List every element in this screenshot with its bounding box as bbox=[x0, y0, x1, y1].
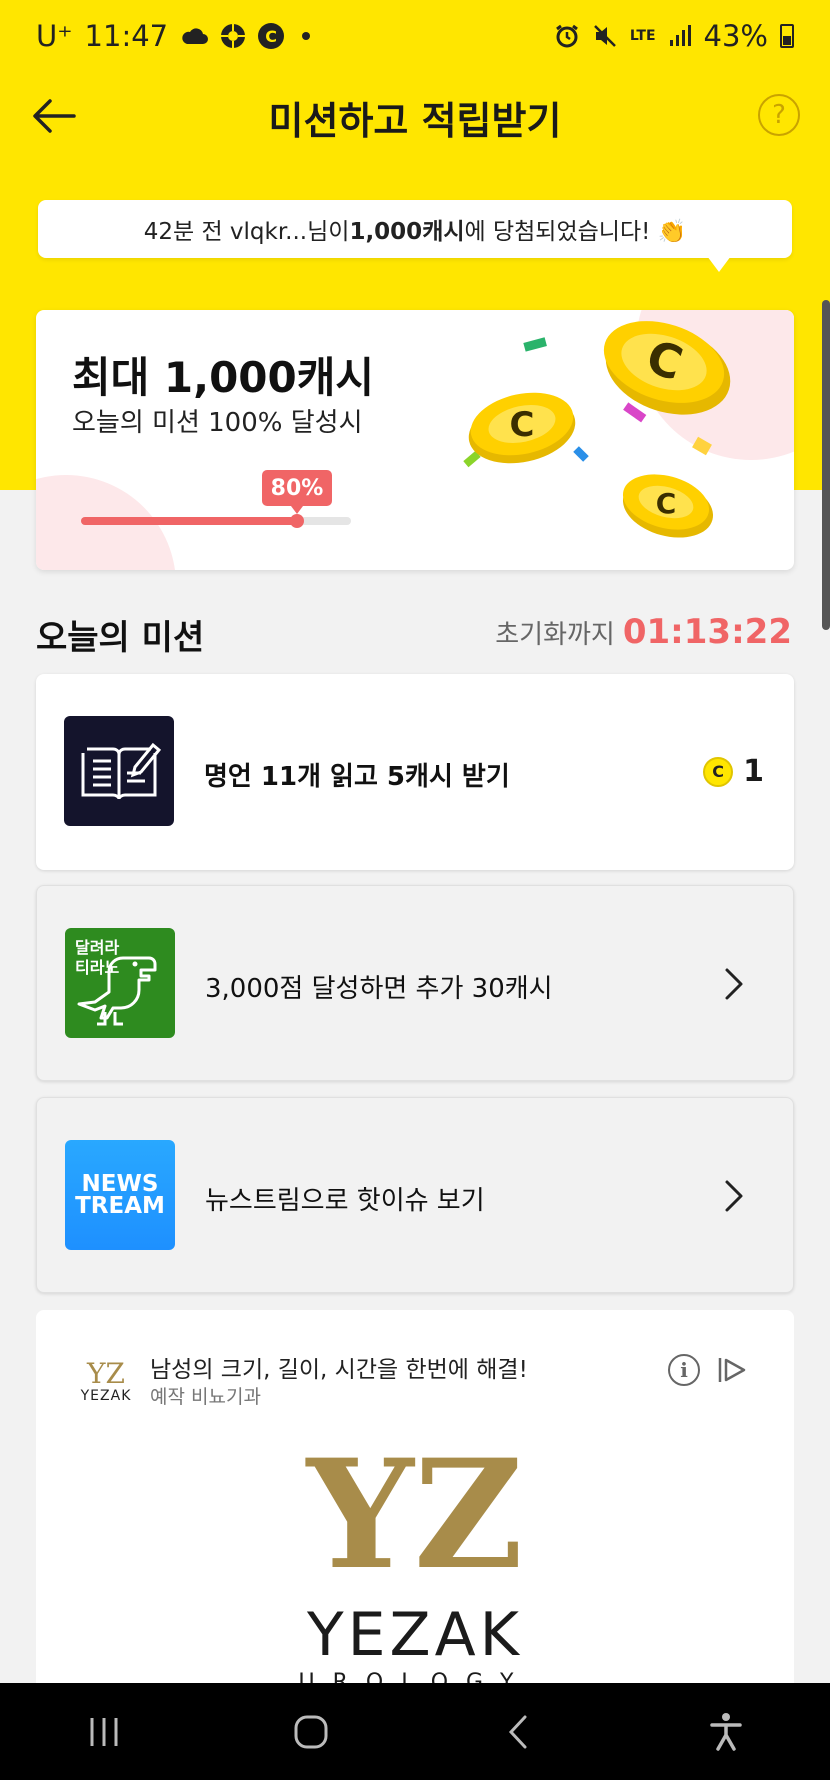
newstream-thumbnail: NEWS TREAM bbox=[65, 1140, 175, 1250]
brand-mark: YZ bbox=[306, 1427, 524, 1603]
mission-newstream[interactable]: NEWS TREAM 뉴스트림으로 핫이슈 보기 bbox=[36, 1097, 794, 1293]
reward-subtitle: 오늘의 미션 100% 달성시 bbox=[72, 408, 363, 438]
reset-timer: 01:13:22 bbox=[622, 612, 792, 652]
notice-prefix: 42분 전 vlqkr...님이 bbox=[143, 219, 350, 245]
chevron-left-icon bbox=[508, 1715, 527, 1748]
ad-image[interactable]: YZ YEZAK UROLOGY bbox=[36, 1440, 794, 1690]
advertiser-logo-mark: YZ bbox=[87, 1357, 125, 1390]
today-missions-title: 오늘의 미션 bbox=[36, 618, 205, 658]
recent-apps-icon bbox=[90, 1717, 118, 1746]
carrier-label: U⁺ bbox=[36, 19, 73, 53]
battery-icon bbox=[780, 24, 794, 48]
reward-amount: 최대 1,000캐시 bbox=[72, 353, 375, 402]
status-right: LTE 43% bbox=[554, 19, 794, 53]
accessibility-icon bbox=[710, 1712, 742, 1751]
reward-card[interactable]: 최대 1,000캐시 오늘의 미션 100% 달성시 80% C C C bbox=[36, 310, 794, 570]
mission-reward: C 1 bbox=[703, 754, 764, 789]
system-navigation-bar bbox=[0, 1683, 830, 1780]
progress-knob bbox=[290, 514, 304, 528]
mission-label: 명언 11개 읽고 5캐시 받기 bbox=[204, 762, 510, 792]
status-bar: U⁺ 11:47 C LTE 43% bbox=[0, 0, 830, 72]
book-pen-icon bbox=[81, 742, 161, 800]
chevron-right-icon bbox=[725, 1180, 743, 1212]
ad-card[interactable]: YZ YEZAK 남성의 크기, 길이, 시간을 한번에 해결! 예작 비뇨기과… bbox=[36, 1310, 794, 1690]
coin-small: C bbox=[622, 474, 714, 538]
reset-countdown: 초기화까지 01:13:22 bbox=[495, 612, 792, 652]
mute-icon bbox=[592, 23, 618, 49]
notice-suffix: 에 당첨되었습니다! 👏 bbox=[464, 219, 687, 245]
tyranno-thumbnail: 달려라 티라노 bbox=[65, 928, 175, 1038]
coin-large: C bbox=[603, 321, 731, 415]
ad-headline: 남성의 크기, 길이, 시간을 한번에 해결! bbox=[150, 1357, 528, 1383]
app-header: 미션하고 적립받기 ? bbox=[0, 78, 830, 152]
advertiser-logo: YZ YEZAK bbox=[76, 1352, 136, 1412]
advertiser-logo-text: YEZAK bbox=[80, 1388, 132, 1404]
alarm-icon bbox=[554, 23, 580, 49]
aperture-icon bbox=[220, 23, 246, 49]
progress-badge: 80% bbox=[262, 470, 332, 514]
recent-apps-button[interactable] bbox=[74, 1702, 134, 1762]
svg-text:C: C bbox=[510, 405, 535, 445]
cash-app-icon: C bbox=[258, 23, 285, 49]
battery-percent: 43% bbox=[703, 19, 768, 53]
mission-quotes[interactable]: 명언 11개 읽고 5캐시 받기 C 1 bbox=[36, 674, 794, 870]
notice-amount: 1,000캐시 bbox=[349, 219, 465, 245]
back-nav-button[interactable] bbox=[489, 1702, 549, 1762]
signal-icon bbox=[668, 24, 692, 48]
cloud-icon bbox=[180, 26, 209, 46]
clock: 11:47 bbox=[84, 19, 169, 53]
scrollbar[interactable] bbox=[822, 300, 830, 630]
ad-info-icon[interactable]: i bbox=[668, 1354, 700, 1386]
reset-label: 초기화까지 bbox=[495, 620, 615, 650]
progress-bar bbox=[81, 514, 351, 528]
accessibility-button[interactable] bbox=[696, 1702, 756, 1762]
newstream-thumb-line1: NEWS bbox=[81, 1171, 159, 1197]
brand-name: YEZAK bbox=[306, 1600, 524, 1670]
newstream-thumb-line2: TREAM bbox=[75, 1193, 165, 1219]
svg-text:C: C bbox=[656, 487, 677, 520]
status-left: U⁺ 11:47 C bbox=[36, 19, 311, 53]
chevron-right-icon bbox=[725, 968, 743, 1000]
reward-count: 1 bbox=[743, 754, 764, 789]
winner-notice: 42분 전 vlqkr...님이 1,000캐시 에 당첨되었습니다! 👏 bbox=[38, 200, 792, 258]
cash-coin-icon: C bbox=[703, 756, 734, 787]
home-button[interactable] bbox=[281, 1702, 341, 1762]
coin-medium: C bbox=[468, 392, 576, 464]
quotes-thumbnail bbox=[64, 716, 174, 826]
coins-illustration: C C C bbox=[463, 321, 731, 538]
help-button[interactable]: ? bbox=[758, 94, 800, 136]
dinosaur-icon bbox=[77, 956, 157, 1026]
mission-label: 뉴스트림으로 핫이슈 보기 bbox=[205, 1186, 485, 1216]
network-label: LTE bbox=[629, 28, 656, 44]
ad-sponsor: 예작 비뇨기과 bbox=[150, 1386, 261, 1408]
mission-tyranno-game[interactable]: 달려라 티라노 3,000점 달성하면 추가 30캐시 bbox=[36, 885, 794, 1081]
home-icon bbox=[294, 1715, 328, 1748]
page-title: 미션하고 적립받기 bbox=[268, 99, 562, 143]
notice-tail bbox=[707, 256, 731, 272]
progress-fill bbox=[81, 517, 297, 525]
mission-label: 3,000점 달성하면 추가 30캐시 bbox=[205, 974, 553, 1004]
ad-choices-icon[interactable] bbox=[716, 1354, 748, 1386]
notification-dot-icon bbox=[302, 32, 311, 40]
